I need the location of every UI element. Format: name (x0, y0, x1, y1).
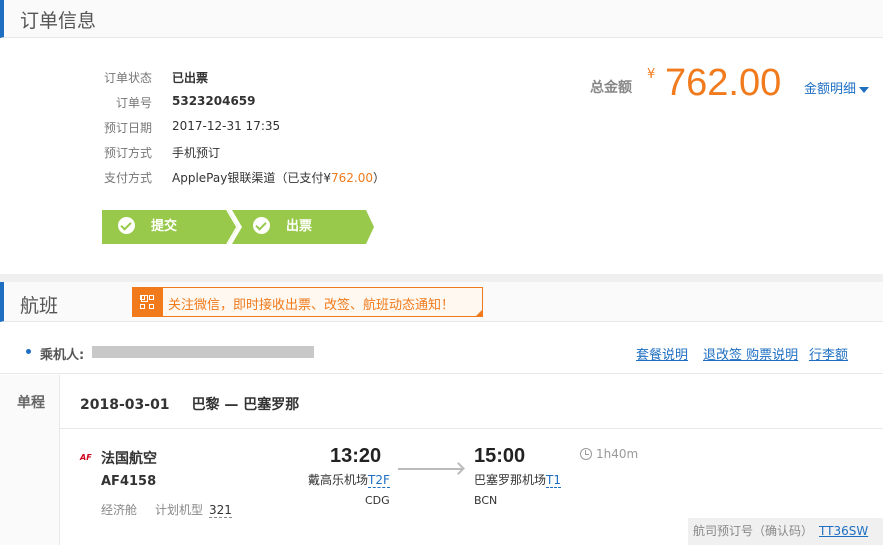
plane-type-value[interactable]: 321 (209, 503, 232, 518)
order-number-label: 订单号 (115, 96, 152, 110)
leg-header: 2018-03-01 巴黎 — 巴塞罗那 (80, 394, 321, 414)
order-date-label: 预订日期 (103, 121, 152, 135)
arrival-code: BCN (474, 494, 498, 507)
flight-card: 航班 关注微信，即时接收出票、改签、航班动态通知！ 乘机人: 套餐说明 退改签 … (0, 282, 883, 545)
booking-method-label: 预订方式 (103, 146, 152, 160)
payment-channel: ApplePay银联渠道 (172, 171, 276, 185)
departure-airport: 戴高乐机场T2F (308, 471, 390, 488)
total-amount-label: 总金额 (590, 80, 632, 96)
order-number-value: 5323204659 (172, 94, 256, 108)
amount-detail-link[interactable]: 金额明细 (804, 78, 870, 97)
leg-divider (60, 428, 883, 429)
order-info-card: 订单信息 订单状态 已出票 订单号 5323204659 预订日期 2017-1… (0, 0, 883, 274)
cabin-class: 经济舱 (101, 503, 138, 517)
departure-airport-name: 戴高乐机场 (308, 473, 369, 487)
qr-code-icon (133, 288, 163, 316)
leg-type-label: 单程 (17, 395, 45, 411)
banner-corner-icon (476, 310, 482, 316)
payment-method-value: ApplePay银联渠道（已支付¥762.00） (172, 169, 385, 186)
airline-pnr: 航司预订号（确认码） TT36SW (688, 518, 883, 545)
flight-number: AF4158 (101, 474, 157, 489)
paid-prefix: （已支付¥ (275, 171, 331, 185)
order-progress-bar: 提交 出票 (102, 210, 374, 244)
bullet-icon (26, 349, 31, 354)
order-section-title: 订单信息 (20, 10, 97, 32)
arrival-time: 15:00 (474, 445, 526, 467)
airline-logo-icon: AF (80, 453, 92, 462)
arrival-airport-name: 巴塞罗那机场 (474, 473, 547, 487)
flight-section-title: 航班 (20, 295, 59, 317)
order-section-header: 订单信息 (0, 0, 883, 38)
arrival-airport: 巴塞罗那机场T1 (474, 471, 561, 488)
passenger-row: 乘机人: 套餐说明 退改签 购票说明 行李额 (0, 324, 883, 374)
arrival-terminal[interactable]: T1 (546, 473, 561, 488)
paid-suffix: ） (372, 171, 385, 185)
clock-icon (580, 447, 592, 460)
pnr-code[interactable]: TT36SW (819, 524, 868, 538)
step-ticketed-label: 出票 (286, 219, 313, 234)
package-info-link[interactable]: 套餐说明 (636, 344, 688, 363)
check-circle-icon (118, 217, 135, 234)
chevron-down-icon (859, 86, 870, 93)
amount-detail-label: 金额明细 (804, 82, 857, 97)
flight-date: 2018-03-01 (80, 397, 170, 413)
order-status-value: 已出票 (172, 71, 209, 85)
leg-type-column: 单程 (0, 375, 60, 545)
order-status-label: 订单状态 (103, 71, 152, 85)
flight-duration: 1h40m (580, 447, 638, 461)
step-ticketed: 出票 (253, 210, 312, 244)
departure-terminal[interactable]: T2F (368, 473, 390, 488)
payment-method-label: 支付方式 (103, 171, 152, 185)
baggage-link[interactable]: 行李额 (809, 344, 848, 363)
check-circle-icon (253, 217, 270, 234)
paid-amount: 762.00 (330, 171, 373, 185)
total-amount-value: 762.00 (665, 62, 782, 104)
cabin-info: 经济舱 计划机型 321 (101, 501, 232, 518)
step-submit: 提交 (118, 210, 177, 244)
booking-method-value: 手机预订 (172, 146, 221, 160)
passenger-label: 乘机人: (40, 348, 85, 363)
currency-symbol: ¥ (647, 67, 656, 82)
passenger-name-redacted (92, 346, 314, 358)
duration-value: 1h40m (596, 447, 639, 461)
flight-route: 巴黎 — 巴塞罗那 (191, 397, 300, 413)
step-submit-label: 提交 (151, 219, 178, 234)
wechat-follow-banner[interactable]: 关注微信，即时接收出票、改签、航班动态通知！ (132, 287, 483, 317)
departure-time: 13:20 (330, 445, 382, 467)
wechat-banner-text: 关注微信，即时接收出票、改签、航班动态通知！ (168, 298, 455, 313)
departure-code: CDG (365, 494, 390, 507)
pnr-label: 航司预订号（确认码） (693, 524, 814, 538)
refund-change-link[interactable]: 退改签 购票说明 (703, 344, 798, 363)
plane-type-label: 计划机型 (155, 503, 204, 517)
order-date-value: 2017-12-31 17:35 (172, 119, 281, 133)
arrow-right-icon (398, 468, 462, 470)
airline-name: 法国航空 (101, 451, 157, 467)
